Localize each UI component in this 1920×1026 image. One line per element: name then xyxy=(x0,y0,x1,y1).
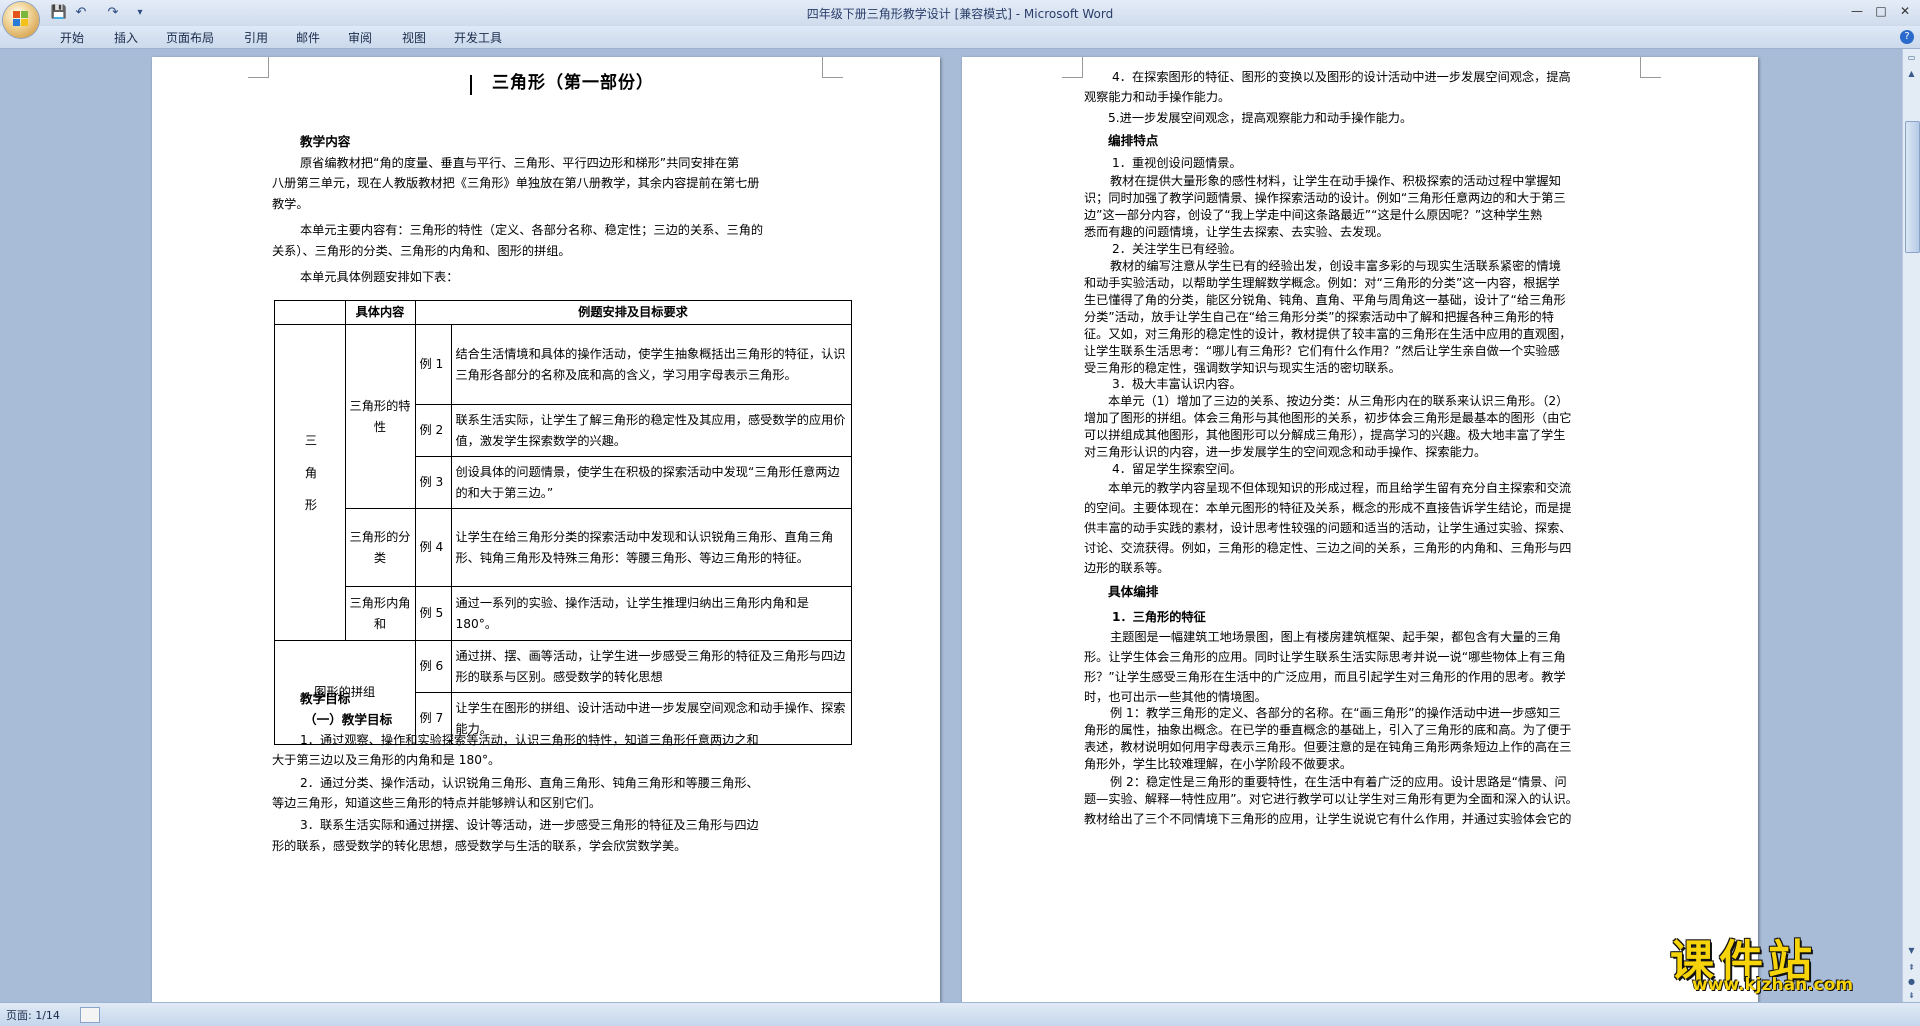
table-group-label: 三角形的特性 xyxy=(344,324,416,509)
paragraph-line: 形。让学生体会三角形的应用。同时让学生联系生活实际思考并说一说“哪些物体上有三角 xyxy=(1084,650,1566,664)
tab-view[interactable]: 视图 xyxy=(402,29,426,46)
page-count[interactable]: 页面: 1/14 xyxy=(6,1007,60,1023)
ruler-toggle-icon[interactable]: ▭ xyxy=(1905,51,1918,65)
table-cell: 结合生活情境和具体的操作活动，使学生抽象概括出三角形的特征，认识三角形各部分的名… xyxy=(450,324,852,405)
document-title: 三角形（第一部份） xyxy=(492,73,654,93)
paragraph-line: 边形的联系等。 xyxy=(1084,561,1170,575)
section-heading: 编排特点 xyxy=(1108,133,1159,148)
table-example-label: 例 5 xyxy=(414,586,452,641)
text-cursor xyxy=(470,75,472,95)
paragraph-line: 题—实验、解释—特性应用”。对它进行教学可以让学生对三角形有更为全面和深入的认识… xyxy=(1084,792,1578,806)
paragraph-line: 形？”让学生感受三角形在生活中的广泛应用，而且引起学生对三角形的作用的思考。教学 xyxy=(1084,670,1566,684)
table-header-content: 具体内容 xyxy=(344,300,416,325)
paragraph-line: 供丰富的动手实践的素材，设计思考性较强的问题和适当的活动，让学生通过实验、探索、 xyxy=(1084,521,1572,535)
tab-mailings[interactable]: 邮件 xyxy=(296,29,320,46)
scroll-up-icon[interactable]: ▲ xyxy=(1905,67,1918,81)
table-cell: 通过一系列的实验、操作活动，让学生推理归纳出三角形内角和是 180°。 xyxy=(450,586,852,641)
paragraph-line: 等边三角形，知道这些三角形的特点并能够辨认和区别它们。 xyxy=(272,796,602,810)
scrollbar-thumb[interactable] xyxy=(1905,121,1920,253)
table-header-requirements: 例题安排及目标要求 xyxy=(414,300,852,325)
document-workspace: 三角形（第一部份） 教学内容 原省编教材把“角的度量、垂直与平行、三角形、平行四… xyxy=(0,49,1902,1007)
section-heading: 具体编排 xyxy=(1108,584,1159,599)
tab-references[interactable]: 引用 xyxy=(244,29,268,46)
table-example-label: 例 4 xyxy=(414,508,452,587)
margin-marker xyxy=(822,57,843,78)
browse-object-icon[interactable]: ● xyxy=(1905,975,1918,989)
section-heading: 教学内容 xyxy=(300,134,351,149)
tab-developer[interactable]: 开发工具 xyxy=(454,29,502,46)
paragraph-line: 关系）、三角形的分类、三角形的内角和、图形的拼组。 xyxy=(272,244,571,258)
paragraph-line: 形的联系，感受数学的转化思想，感受数学与生活的联系，学会欣赏数学美。 xyxy=(272,839,687,853)
title-bar: 💾 ↶ ↷ ▾ 四年级下册三角形教学设计 [兼容模式] - Microsoft … xyxy=(0,0,1920,38)
tab-insert[interactable]: 插入 xyxy=(114,29,138,46)
paragraph-line: 八册第三单元，现在人教版教材把《三角形》单独放在第八册教学，其余内容提前在第七册 xyxy=(272,176,760,190)
margin-marker xyxy=(1062,57,1083,78)
table-example-label: 例 6 xyxy=(414,640,452,693)
status-bar: 页面: 1/14 xyxy=(0,1002,1920,1026)
document-page-2[interactable]: 4．在探索图形的特征、图形的变换以及图形的设计活动中进一步发展空间观念，提高 观… xyxy=(962,57,1758,1007)
maximize-button[interactable]: □ xyxy=(1870,2,1892,20)
office-logo-icon xyxy=(13,11,29,27)
tab-review[interactable]: 审阅 xyxy=(348,29,372,46)
table-group-triangle: 三角形 xyxy=(274,324,346,641)
previous-page-icon[interactable]: ⇞ xyxy=(1905,961,1918,975)
document-page-1[interactable]: 三角形（第一部份） 教学内容 原省编教材把“角的度量、垂直与平行、三角形、平行四… xyxy=(152,57,940,1007)
table-cell: 联系生活实际，让学生了解三角形的稳定性及其应用，感受数学的应用价值，激发学生探索… xyxy=(450,404,852,457)
vertical-scrollbar[interactable]: ▭ ▲ ▼ ⇞ ● ⇟ xyxy=(1902,49,1920,1002)
paragraph-line: 原省编教材把“角的度量、垂直与平行、三角形、平行四边形和梯形”共同安排在第 xyxy=(300,156,740,170)
sub-heading: 1．三角形的特征 xyxy=(1112,610,1206,624)
table-example-label: 例 1 xyxy=(414,324,452,405)
paragraph-line: 4．在探索图形的特征、图形的变换以及图形的设计活动中进一步发展空间观念，提高 xyxy=(1112,70,1571,84)
paragraph-line: 本单元主要内容有：三角形的特性（定义、各部分名称、稳定性；三边的关系、三角的 xyxy=(300,223,764,237)
section-heading: 教学目标 xyxy=(300,691,351,706)
example-table: 具体内容 例题安排及目标要求 三角形 三角形的特性 例 1 结合生活情境和具体的… xyxy=(274,300,852,745)
table-example-label: 例 3 xyxy=(414,456,452,509)
table-cell: 通过拼、摆、画等活动，让学生进一步感受三角形的特征及三角形与四边形的联系与区别。… xyxy=(450,640,852,693)
ribbon-tabs: 开始 插入 页面布局 引用 邮件 审阅 视图 开发工具 xyxy=(0,26,1920,49)
table-example-label: 例 2 xyxy=(414,404,452,457)
paragraph-line: 的空间。主要体现在：本单元图形的特征及关系，概念的形成不直接告诉学生结论，而是提 xyxy=(1084,501,1572,515)
paragraph-line: 大于第三边以及三角形的内角和是 180°。 xyxy=(272,753,501,767)
paragraph-line: 教学。 xyxy=(272,197,309,211)
table-group-label: 三角形内角和 xyxy=(344,586,416,641)
paragraph-line: 1．通过观察、操作和实验探索等活动，认识三角形的特性，知道三角形任意两边之和 xyxy=(300,733,759,747)
help-icon[interactable]: ? xyxy=(1900,30,1914,44)
table-cell: 让学生在给三角形分类的探索活动中发现和认识锐角三角形、直角三角形、钝角三角形及特… xyxy=(450,508,852,587)
office-button[interactable] xyxy=(3,2,39,38)
close-button[interactable]: ✕ xyxy=(1894,2,1916,20)
table-group-label: 三角形的分类 xyxy=(344,508,416,587)
minimize-button[interactable]: — xyxy=(1846,2,1868,20)
scroll-down-icon[interactable]: ▼ xyxy=(1905,944,1918,958)
paragraph-line: 2．通过分类、操作活动，认识锐角三角形、直角三角形、钝角三角形和等腰三角形、 xyxy=(300,776,759,790)
margin-marker xyxy=(248,57,269,78)
margin-marker xyxy=(1640,57,1661,78)
language-icon[interactable] xyxy=(80,1007,100,1023)
paragraph-line: 4．留足学生探索空间。 xyxy=(1112,462,1242,476)
tab-home[interactable]: 开始 xyxy=(60,29,84,46)
paragraph-line: 3．联系生活实际和通过拼摆、设计等活动，进一步感受三角形的特征及三角形与四边 xyxy=(300,818,759,832)
paragraph-line: 本单元的教学内容呈现不但体现知识的形成过程，而且给学生留有充分自主探索和交流 xyxy=(1108,481,1572,495)
watermark-url: www.kjzhan.com xyxy=(1692,975,1854,995)
paragraph-line: 本单元具体例题安排如下表： xyxy=(300,270,459,284)
paragraph-line: 教材给出了三个不同情境下三角形的应用，让学生说说它有什么作用，并通过实验体会它的 xyxy=(1084,812,1572,826)
next-page-icon[interactable]: ⇟ xyxy=(1905,989,1918,1003)
tab-page-layout[interactable]: 页面布局 xyxy=(166,29,214,46)
paragraph-line: 观察能力和动手操作能力。 xyxy=(1084,90,1231,104)
paragraph-line: 主题图是一幅建筑工地场景图，图上有楼房建筑框架、起手架，都包含有大量的三角 xyxy=(1110,630,1561,644)
paragraph-line: 5.进一步发展空间观念，提高观察能力和动手操作能力。 xyxy=(1108,111,1413,125)
paragraph-line: 讨论、交流获得。例如，三角形的稳定性、三边之间的关系，三角形的内角和、三角形与四 xyxy=(1084,541,1572,555)
sub-heading: （一）教学目标 xyxy=(304,712,393,727)
table-cell: 创设具体的问题情景，使学生在积极的探索活动中发现“三角形任意两边的和大于第三边。… xyxy=(450,456,852,509)
window-title: 四年级下册三角形教学设计 [兼容模式] - Microsoft Word xyxy=(806,7,1114,21)
